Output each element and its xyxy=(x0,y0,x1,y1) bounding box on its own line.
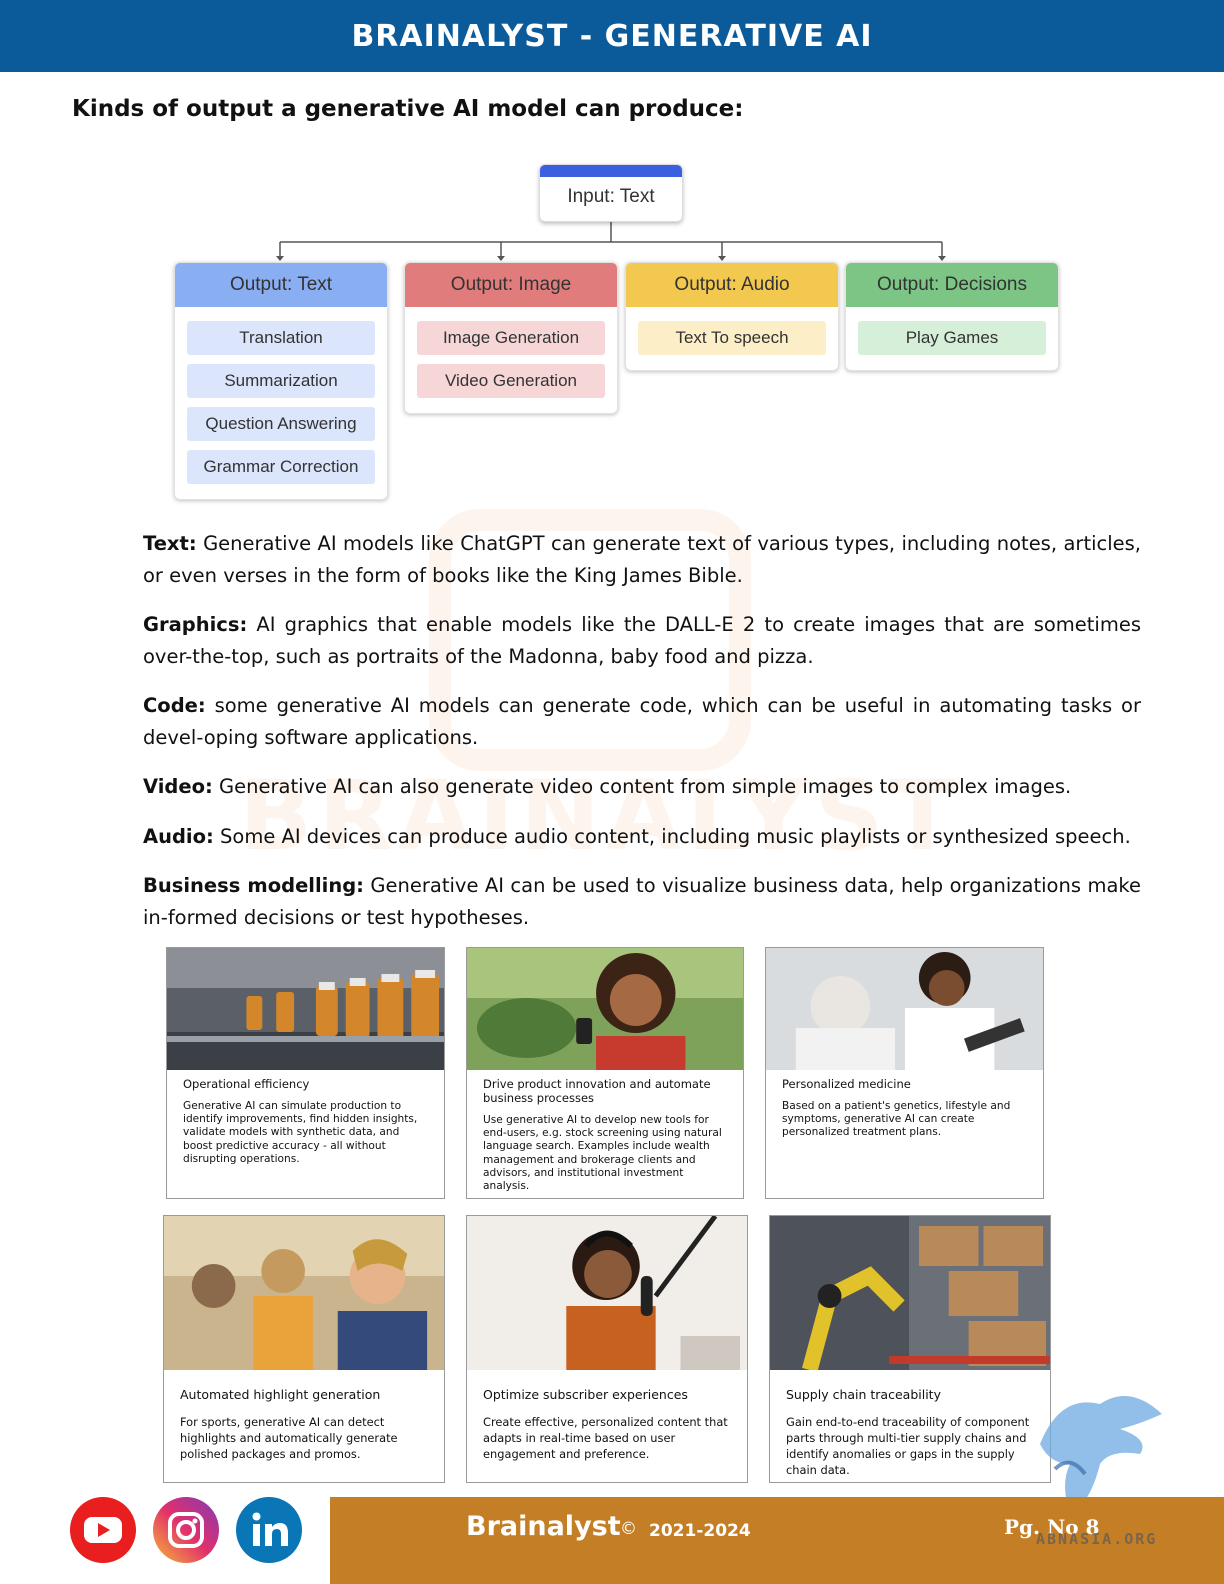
friends-cheering-image xyxy=(164,1216,444,1370)
site-watermark: ABNASIA.ORG xyxy=(1036,1530,1158,1548)
card-body: Use generative AI to develop new tools f… xyxy=(483,1114,722,1193)
podcaster-image xyxy=(467,1216,747,1370)
card-title: Automated highlight generation xyxy=(180,1387,381,1402)
youtube-icon[interactable] xyxy=(70,1497,136,1563)
card-body: Based on a patient's genetics, lifestyle… xyxy=(782,1100,1011,1139)
output-image-head: Output: Image xyxy=(405,263,617,307)
use-case-card: Automated highlight generation For sport… xyxy=(163,1215,445,1483)
use-case-card: Personalized medicine Based on a patient… xyxy=(765,947,1044,1199)
paragraph-business-modelling: Business modelling: Generative AI can be… xyxy=(143,870,1141,934)
use-case-card: Drive product innovation and automate bu… xyxy=(466,947,744,1199)
output-decisions-column: Output: Decisions Play Games xyxy=(845,262,1059,371)
output-text-column: Output: Text Translation Summarization Q… xyxy=(174,262,388,500)
output-text-head: Output: Text xyxy=(175,263,387,307)
para-body: Generative AI can also generate video co… xyxy=(212,775,1072,798)
para-label: Graphics: xyxy=(143,613,248,636)
para-label: Business modelling: xyxy=(143,874,364,897)
output-decisions-head: Output: Decisions xyxy=(846,263,1058,307)
card-body: Create effective, personalized content t… xyxy=(483,1415,728,1461)
paragraph-audio: Audio: Some AI devices can produce audio… xyxy=(143,821,1141,853)
card-title: Supply chain traceability xyxy=(786,1387,941,1402)
header-title: BRAINALYST - GENERATIVE AI xyxy=(351,19,873,54)
card-title: Optimize subscriber experiences xyxy=(483,1387,688,1402)
output-audio-column: Output: Audio Text To speech xyxy=(625,262,839,371)
output-item: Play Games xyxy=(858,321,1046,355)
woman-phone-image xyxy=(467,948,743,1070)
output-item: Grammar Correction xyxy=(187,450,375,484)
card-title: Personalized medicine xyxy=(782,1077,911,1091)
use-case-card: Operational efficiency Generative AI can… xyxy=(166,947,445,1199)
output-image-column: Output: Image Image Generation Video Gen… xyxy=(404,262,618,414)
card-body: Generative AI can simulate production to… xyxy=(183,1100,418,1165)
section-heading: Kinds of output a generative AI model ca… xyxy=(72,96,744,122)
output-audio-head: Output: Audio xyxy=(626,263,838,307)
card-title: Drive product innovation and automate bu… xyxy=(483,1077,711,1105)
output-item: Summarization xyxy=(187,364,375,398)
doctor-patient-image xyxy=(766,948,1043,1070)
paragraph-graphics: Graphics: AI graphics that enable models… xyxy=(143,609,1141,673)
input-node: Input: Text xyxy=(539,164,683,222)
footer-brand: Brainalyst xyxy=(466,1511,621,1542)
instagram-icon[interactable] xyxy=(153,1497,219,1563)
copyright-symbol: © xyxy=(620,1519,637,1539)
para-label: Video: xyxy=(143,775,213,798)
linkedin-icon[interactable] xyxy=(236,1497,302,1563)
output-types-diagram: Input: Text Output: Text Translation Sum… xyxy=(170,160,1059,505)
output-item: Question Answering xyxy=(187,407,375,441)
output-item: Image Generation xyxy=(417,321,605,355)
card-body: For sports, generative AI can detect hig… xyxy=(180,1415,398,1461)
use-case-card: Supply chain traceability Gain end-to-en… xyxy=(769,1215,1051,1483)
output-item: Text To speech xyxy=(638,321,826,355)
para-body: AI graphics that enable models like the … xyxy=(143,613,1141,668)
output-item: Video Generation xyxy=(417,364,605,398)
output-item: Translation xyxy=(187,321,375,355)
input-label: Input: Text xyxy=(567,186,655,207)
para-body: Generative AI models like ChatGPT can ge… xyxy=(143,532,1141,587)
para-label: Audio: xyxy=(143,825,214,848)
paragraph-code: Code: some generative AI models can gene… xyxy=(143,690,1141,754)
para-body: some generative AI models can generate c… xyxy=(143,694,1141,749)
paragraph-video: Video: Generative AI can also generate v… xyxy=(143,771,1141,803)
para-label: Code: xyxy=(143,694,206,717)
footer-years: 2021-2024 xyxy=(649,1521,751,1541)
factory-bottles-image xyxy=(167,948,444,1070)
para-body: Some AI devices can produce audio conten… xyxy=(213,825,1131,848)
paragraph-text: Text: Generative AI models like ChatGPT … xyxy=(143,528,1141,592)
use-case-card: Optimize subscriber experiences Create e… xyxy=(466,1215,748,1483)
card-body: Gain end-to-end traceability of componen… xyxy=(786,1415,1030,1477)
card-title: Operational efficiency xyxy=(183,1077,310,1091)
warehouse-robot-image xyxy=(770,1216,1050,1370)
para-label: Text: xyxy=(143,532,197,555)
